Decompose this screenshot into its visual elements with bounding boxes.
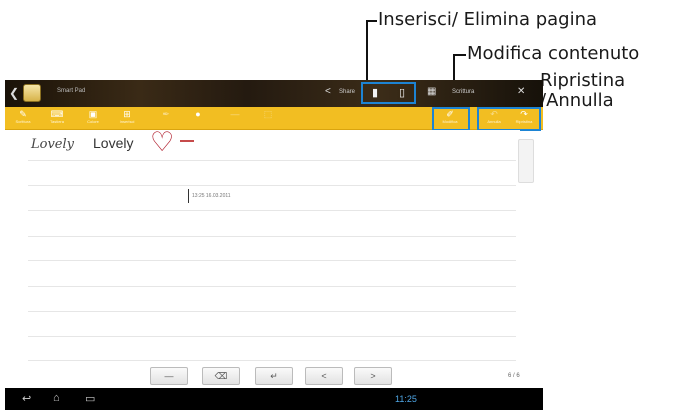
annotation-redo-undo: Ripristina /Annulla: [540, 71, 625, 111]
tool-label: Inserisci: [119, 119, 135, 124]
tool-pen[interactable]: ✎ Scrittura: [8, 109, 38, 129]
timestamp-cursor: 13:25 16.03.2011: [188, 189, 231, 203]
back-icon[interactable]: ↩: [22, 392, 31, 405]
page-rule: [28, 236, 516, 237]
notebook-icon: [23, 84, 41, 102]
notebook-page[interactable]: Lovely Lovely ♡ 13:25 16.03.2011: [18, 127, 520, 366]
page-rule: [28, 311, 516, 312]
input-keys: — ⌫ ↵ < >: [5, 367, 543, 387]
drawing-stroke: [180, 140, 194, 142]
tool-label: Colore: [87, 119, 99, 124]
brush-icon: ✒: [162, 109, 170, 119]
insert-icon: ⊞: [123, 109, 131, 119]
page-rule: [28, 185, 516, 186]
tool-label: Scrittura: [15, 119, 31, 124]
tool-insert[interactable]: ⊞ Inserisci: [112, 109, 142, 129]
palette-icon: ▣: [88, 109, 98, 119]
annotation-redo-line: Ripristina: [540, 70, 626, 91]
insert-delete-highlight: [361, 82, 416, 104]
tool-eraser[interactable]: —: [220, 109, 250, 129]
page-rule: [28, 260, 516, 261]
page-rule: [28, 286, 516, 287]
tool-stroke[interactable]: ●: [183, 109, 213, 129]
keyboard-icon: ⌨: [50, 109, 64, 119]
more-icon[interactable]: ✕: [517, 86, 525, 97]
status-time: 11:25: [395, 394, 417, 404]
heart-drawing-icon: ♡: [150, 127, 175, 157]
page-rule: [28, 360, 516, 361]
share-icon[interactable]: <: [325, 86, 331, 97]
tool-label: Tastiera: [49, 119, 64, 124]
backspace-key[interactable]: ⌫: [202, 367, 240, 385]
title-bar: ❮ Smart Pad < Share ▮ ▯ ▦ Scrittura ✕: [5, 80, 543, 107]
mode-label[interactable]: Scrittura: [452, 89, 474, 95]
page-rule: [28, 210, 516, 211]
typed-text: Lovely: [93, 135, 134, 151]
page-rule: [28, 160, 516, 161]
home-icon[interactable]: ⌂: [53, 392, 60, 404]
system-nav-bar: ↩ ⌂ ▭ 11:25: [5, 388, 543, 410]
page-rule: [28, 336, 516, 337]
space-key[interactable]: —: [150, 367, 188, 385]
annotation-insert-delete-page: Inserisci/ Elimina pagina: [378, 9, 598, 30]
tool-brush[interactable]: ✒: [151, 109, 181, 129]
page-counter: 6 / 6: [508, 373, 520, 379]
recent-apps-icon[interactable]: ▭: [85, 392, 95, 405]
pen-icon: ✎: [19, 109, 27, 119]
scrollbar-thumb[interactable]: [518, 139, 534, 183]
tablet-screen: ❮ Smart Pad < Share ▮ ▯ ▦ Scrittura ✕ ✎ …: [5, 80, 543, 410]
tool-select[interactable]: ⬚: [253, 109, 283, 129]
next-page-key[interactable]: >: [354, 367, 392, 385]
grid-icon[interactable]: ▦: [427, 86, 436, 97]
tool-color[interactable]: ▣ Colore: [78, 109, 108, 129]
annotation-edit-content: Modifica contenuto: [467, 43, 640, 64]
redo-undo-highlight: [477, 107, 541, 131]
stroke-icon: ●: [195, 109, 201, 119]
chevron-left-icon[interactable]: ❮: [9, 86, 19, 100]
callout-line: [366, 20, 368, 83]
edit-content-highlight: [432, 107, 470, 131]
prev-page-key[interactable]: <: [305, 367, 343, 385]
tool-keyboard[interactable]: ⌨ Tastiera: [42, 109, 72, 129]
eraser-icon: —: [230, 109, 240, 119]
app-title: Smart Pad: [57, 88, 86, 94]
handwriting-sample: Lovely: [31, 137, 74, 152]
enter-key[interactable]: ↵: [255, 367, 293, 385]
share-label[interactable]: Share: [339, 89, 355, 95]
select-icon: ⬚: [263, 109, 273, 119]
annotation-undo-line: /Annulla: [540, 90, 614, 111]
